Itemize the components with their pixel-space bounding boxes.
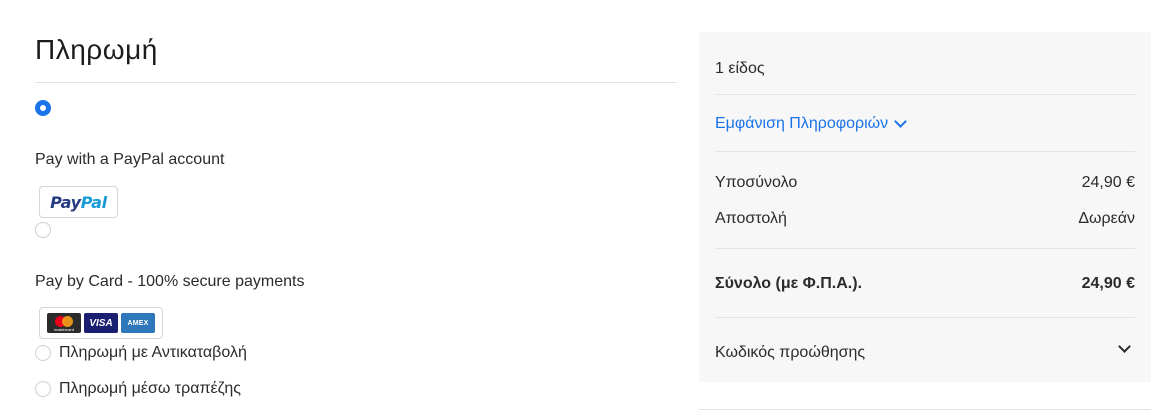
order-summary: 1 είδος Εμφάνιση Πληροφοριών Υποσύνολο 2… [699, 32, 1151, 382]
bank-option-radio[interactable] [35, 381, 51, 397]
amex-icon: AMEX [121, 313, 155, 333]
cod-option-label[interactable]: Πληρωμή με Αντικαταβολή [59, 344, 247, 362]
chevron-down-icon[interactable] [1118, 340, 1131, 353]
mastercard-icon: mastercard [47, 313, 81, 333]
payment-section: Πληρωμή Pay with a PayPal account PayPal… [35, 0, 677, 414]
bank-option-label[interactable]: Πληρωμή μέσω τραπέζης [59, 380, 241, 398]
payment-option-1-radio[interactable] [35, 100, 51, 116]
summary-divider [715, 248, 1135, 249]
paypal-option-label[interactable]: Pay with a PayPal account [35, 151, 224, 169]
summary-divider [715, 94, 1135, 95]
items-count: 1 είδος [715, 60, 765, 77]
cod-option-radio[interactable] [35, 345, 51, 361]
show-details-link[interactable]: Εμφάνιση Πληροφοριών [715, 115, 908, 133]
title-divider [35, 82, 677, 83]
paypal-logo: PayPal [39, 186, 118, 218]
promo-code-toggle[interactable]: Κωδικός προώθησης [715, 344, 865, 362]
summary-bottom-divider [699, 409, 1151, 410]
paypal-logo-text: PayPal [50, 192, 107, 212]
summary-divider [715, 151, 1135, 152]
total-label: Σύνολο (με Φ.Π.Α.). [715, 275, 863, 292]
total-value: 24,90 € [1081, 275, 1135, 292]
chevron-down-icon [894, 115, 908, 128]
subtotal-label: Υποσύνολο [715, 174, 798, 191]
card-logos: mastercard VISA AMEX [39, 307, 163, 339]
visa-icon: VISA [84, 313, 118, 333]
paypal-option-radio[interactable] [35, 222, 51, 238]
card-option-label[interactable]: Pay by Card - 100% secure payments [35, 273, 304, 291]
subtotal-value: 24,90 € [1081, 174, 1135, 191]
shipping-value: Δωρεάν [1078, 210, 1135, 227]
summary-divider [715, 317, 1135, 318]
page-title: Πληρωμή [35, 34, 158, 65]
shipping-label: Αποστολή [715, 210, 787, 227]
show-details-label: Εμφάνιση Πληροφοριών [715, 115, 889, 132]
